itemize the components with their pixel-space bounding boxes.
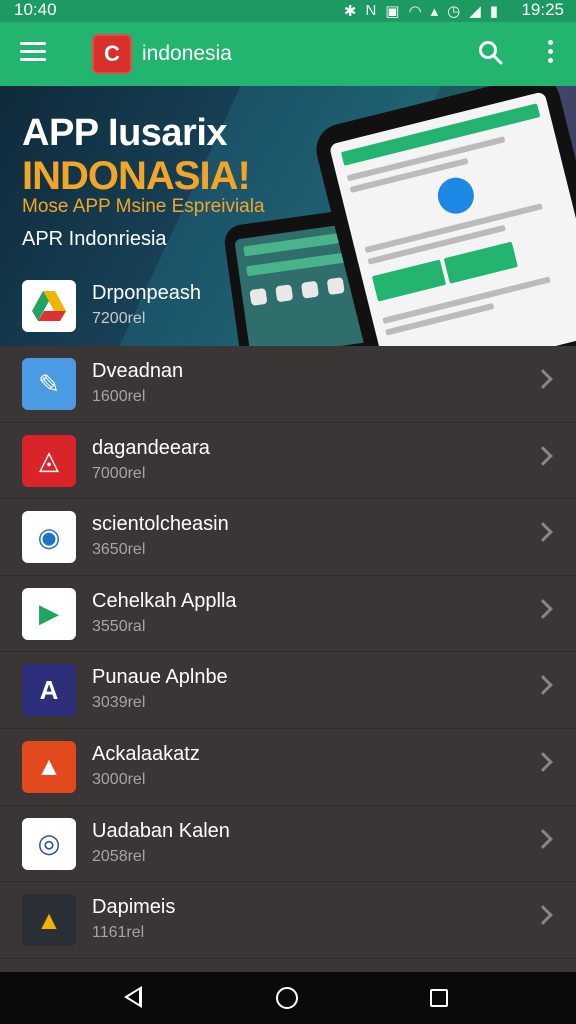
app-name: Cehelkah Applla — [92, 589, 237, 612]
chevron-right-icon[interactable] — [533, 752, 553, 772]
sync-circle-icon: ◉ — [22, 511, 76, 564]
app-size: 3550ral — [92, 617, 146, 635]
app-list-item[interactable]: ▲ Dapimeis 1161rel — [0, 882, 576, 959]
more-options-icon[interactable] — [540, 40, 560, 68]
app-name: Dapimeis — [92, 896, 176, 919]
alarm-icon: ◷ — [447, 3, 461, 20]
app-size: 1161rel — [92, 924, 145, 942]
letter-a-icon: A — [22, 664, 76, 717]
app-name: scientolcheasin — [92, 513, 229, 536]
featured-app-name: Drponpeash — [92, 282, 201, 304]
nfc-icon: N — [365, 2, 377, 19]
search-icon[interactable] — [478, 40, 504, 66]
app-list: ✎ Dveadnan 1600rel ◬ dagandeeara 7000rel ◉ scie… — [0, 346, 576, 959]
app-size: 1600rel — [92, 388, 146, 405]
vibrate-icon: ▣ — [385, 3, 400, 20]
app-logo: C — [92, 34, 132, 74]
status-bar: 10:40 ✱ N ▣ ◠ ▴ ◷ ◢ ▮ 19:25 — [0, 0, 576, 22]
app-size: 2058rel — [92, 847, 146, 865]
banner-caption: APR Indonriesia — [22, 228, 167, 250]
app-size: 7000rel — [92, 464, 146, 482]
chevron-right-icon[interactable] — [533, 598, 553, 619]
app-title: indonesia — [142, 42, 232, 65]
app-list-item[interactable]: ▲ Ackalaakatz 3000rel — [0, 729, 576, 806]
chevron-right-icon[interactable] — [533, 675, 553, 696]
status-icons: ✱ N ▣ ◠ ▴ ◷ ◢ ▮ — [344, 2, 498, 20]
app-list-item[interactable]: A Punaue Aplnbe 3039rel — [0, 652, 576, 729]
chevron-right-icon[interactable] — [533, 369, 553, 389]
app-name: dagandeeara — [92, 436, 210, 459]
chevron-right-icon[interactable] — [533, 445, 553, 466]
app-size: 3000rel — [92, 770, 146, 788]
app-list-item[interactable]: ▶ Cehelkah Applla 3550ral — [0, 576, 576, 653]
featured-app-size: 7200rel — [92, 310, 146, 327]
triangle-logo-icon: ◬ — [22, 434, 76, 487]
app-name: Dveadnan — [92, 360, 184, 382]
app-name: Punaue Aplnbe — [92, 666, 228, 689]
recent-apps-icon[interactable] — [430, 989, 448, 1007]
play-store-icon: ▶ — [22, 587, 76, 640]
app-list-item[interactable]: ✎ Dveadnan 1600rel — [0, 346, 576, 423]
app-size: 3039rel — [92, 694, 146, 712]
app-bar: C indonesia — [0, 22, 576, 86]
banner-subtitle: INDONASIA! — [22, 154, 251, 198]
wifi-icon: ◠ — [408, 3, 422, 20]
app-size: 3650rel — [92, 541, 146, 559]
status-time-left: 10:40 — [14, 0, 57, 19]
menu-icon[interactable] — [20, 42, 46, 64]
signal-bars-icon: ◢ — [469, 3, 481, 20]
wrench-icon: ✎ — [22, 358, 76, 410]
camera-ring-icon: ◎ — [22, 817, 76, 870]
app-name: Ackalaakatz — [92, 742, 200, 765]
banner-tagline: Mose APP Msine Espreiviala — [22, 196, 265, 217]
app-list-item[interactable]: ◎ Uadaban Kalen 2058rel — [0, 806, 576, 883]
app-list-item[interactable]: ◉ scientolcheasin 3650rel — [0, 499, 576, 576]
chevron-right-icon[interactable] — [533, 828, 553, 849]
bluetooth-icon: ✱ — [343, 3, 357, 20]
system-nav-bar — [0, 972, 576, 1024]
app-name: Uadaban Kalen — [92, 819, 230, 842]
chevron-right-icon[interactable] — [533, 522, 553, 543]
back-icon[interactable] — [124, 986, 142, 1008]
chevron-right-icon[interactable] — [533, 905, 553, 926]
home-icon[interactable] — [276, 987, 298, 1009]
drive-icon — [22, 280, 76, 332]
battery-icon: ▮ — [489, 3, 498, 20]
banner-title: APP Iusarix — [22, 112, 228, 154]
featured-app-item[interactable]: Drponpeash 7200rel — [0, 268, 576, 346]
drive-triangle-icon: ▲ — [22, 894, 76, 947]
app-list-item[interactable]: ◬ dagandeeara 7000rel — [0, 423, 576, 500]
signal-icon: ▴ — [430, 3, 439, 20]
mountain-logo-icon: ▲ — [22, 740, 76, 793]
status-time-right: 19:25 — [521, 0, 564, 19]
